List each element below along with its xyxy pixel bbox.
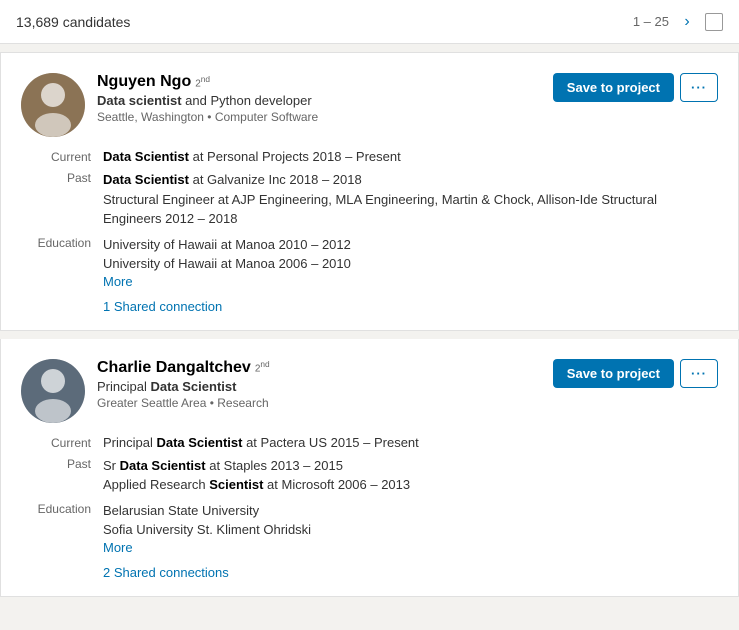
candidate-card-charlie-dangaltchev: Charlie Dangaltchev 2nd Principal Data S… [0, 339, 739, 597]
candidate-location: Seattle, Washington • Computer Software [97, 110, 318, 124]
candidate-name-row: Nguyen Ngo 2nd [97, 73, 318, 91]
candidate-name: Nguyen Ngo [97, 73, 191, 91]
card-identity: Nguyen Ngo 2nd Data scientist and Python… [21, 73, 318, 137]
candidate-title: Data scientist and Python developer [97, 93, 318, 108]
card-identity: Charlie Dangaltchev 2nd Principal Data S… [21, 359, 270, 423]
select-all-checkbox[interactable] [705, 13, 723, 31]
degree-badge: 2nd [195, 74, 210, 89]
edu-line1: University of Hawaii at Manoa 2010 – 201… [103, 235, 718, 255]
past-line2: Structural Engineer at AJP Engineering, … [103, 190, 718, 229]
education-label: Education [21, 501, 91, 555]
more-options-button[interactable]: ··· [680, 359, 718, 388]
candidate-title-bold: Data Scientist [150, 379, 236, 394]
current-value: Principal Data Scientist at Pactera US 2… [103, 435, 718, 450]
more-link[interactable]: More [103, 540, 133, 555]
card-actions: Save to project ··· [553, 73, 718, 102]
education-value: Belarusian State University Sofia Univer… [103, 501, 718, 555]
degree-badge: 2nd [255, 359, 270, 374]
past-label: Past [21, 170, 91, 229]
past-label: Past [21, 456, 91, 495]
candidate-title: Principal Data Scientist [97, 379, 270, 394]
past-line1: Sr Data Scientist at Staples 2013 – 2015 [103, 456, 718, 476]
shared-connection-link[interactable]: 1 Shared connection [103, 299, 718, 314]
pagination-chevron-icon[interactable]: › [677, 12, 697, 32]
card-details: Current Data Scientist at Personal Proje… [21, 149, 718, 314]
education-value: University of Hawaii at Manoa 2010 – 201… [103, 235, 718, 289]
past-value: Data Scientist at Galvanize Inc 2018 – 2… [103, 170, 718, 229]
card-details: Current Principal Data Scientist at Pact… [21, 435, 718, 580]
edu-line1: Belarusian State University [103, 501, 718, 521]
avatar [21, 359, 85, 423]
current-bold: Data Scientist [103, 149, 189, 164]
pagination-text: 1 – 25 [633, 14, 669, 29]
past-line1: Data Scientist at Galvanize Inc 2018 – 2… [103, 170, 718, 190]
candidates-list: Nguyen Ngo 2nd Data scientist and Python… [0, 52, 739, 597]
candidate-info: Charlie Dangaltchev 2nd Principal Data S… [97, 359, 270, 410]
header-bar: 13,689 candidates 1 – 25 › [0, 0, 739, 44]
edu-line2: University of Hawaii at Manoa 2006 – 201… [103, 254, 718, 274]
card-actions: Save to project ··· [553, 359, 718, 388]
past-line2-bold: Scientist [209, 477, 263, 492]
shared-connection-link[interactable]: 2 Shared connections [103, 565, 718, 580]
more-options-button[interactable]: ··· [680, 73, 718, 102]
candidate-location: Greater Seattle Area • Research [97, 396, 270, 410]
save-to-project-button[interactable]: Save to project [553, 73, 674, 102]
candidate-card-nguyen-ngo: Nguyen Ngo 2nd Data scientist and Python… [0, 52, 739, 331]
past-line2: Applied Research Scientist at Microsoft … [103, 475, 718, 495]
edu-line2: Sofia University St. Kliment Ohridski [103, 520, 718, 540]
past-value: Sr Data Scientist at Staples 2013 – 2015… [103, 456, 718, 495]
past-line1-bold: Data Scientist [103, 172, 189, 187]
pagination-area: 1 – 25 › [633, 12, 723, 32]
current-bold: Data Scientist [156, 435, 242, 450]
candidate-name: Charlie Dangaltchev [97, 359, 251, 377]
shared-label [21, 561, 91, 580]
shared-label [21, 295, 91, 314]
current-value: Data Scientist at Personal Projects 2018… [103, 149, 718, 164]
candidates-count: 13,689 candidates [16, 14, 130, 30]
candidate-title-bold: Data scientist [97, 93, 182, 108]
past-line1-bold: Data Scientist [120, 458, 206, 473]
save-to-project-button[interactable]: Save to project [553, 359, 674, 388]
current-label: Current [21, 435, 91, 450]
candidate-name-row: Charlie Dangaltchev 2nd [97, 359, 270, 377]
card-top: Charlie Dangaltchev 2nd Principal Data S… [21, 359, 718, 423]
current-label: Current [21, 149, 91, 164]
candidate-info: Nguyen Ngo 2nd Data scientist and Python… [97, 73, 318, 124]
more-link[interactable]: More [103, 274, 133, 289]
card-top: Nguyen Ngo 2nd Data scientist and Python… [21, 73, 718, 137]
education-label: Education [21, 235, 91, 289]
avatar [21, 73, 85, 137]
